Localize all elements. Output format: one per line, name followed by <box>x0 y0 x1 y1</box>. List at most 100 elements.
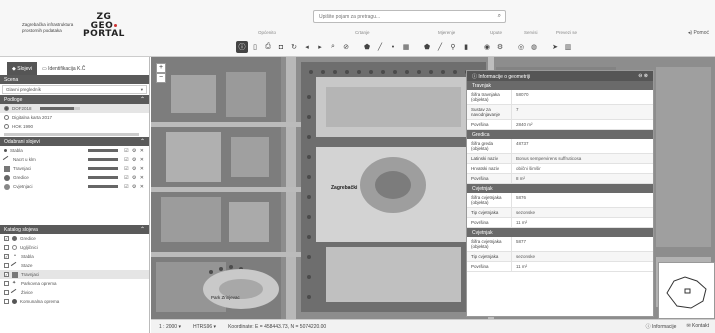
catalog-item[interactable]: ✓ Travnjaci <box>0 270 149 279</box>
attribute-value: 5876 <box>511 193 653 207</box>
polygon-icon[interactable]: ⬟ <box>361 41 373 53</box>
collapse-icon[interactable]: ⌃ <box>140 138 145 145</box>
checkbox[interactable]: ✓ <box>4 272 9 277</box>
pin-icon[interactable]: ⚲ <box>447 41 459 53</box>
checkbox[interactable] <box>4 263 9 268</box>
attribute-value: sezonske <box>511 208 653 217</box>
basemap-item[interactable]: HOK 1990 <box>0 122 149 131</box>
layers-icon[interactable]: ◎ <box>515 41 527 53</box>
checkbox[interactable] <box>4 290 9 295</box>
radio-icon[interactable] <box>4 106 9 111</box>
zoom-in-button[interactable]: + <box>156 63 166 73</box>
active-layer-item[interactable]: Nacrt u klm ☑ ⚙ ✕ <box>0 155 149 164</box>
catalog-item[interactable]: ✦ Parkovna oprema <box>0 279 149 288</box>
forward-icon[interactable]: ▸ <box>314 41 326 53</box>
basemap-item[interactable]: DOF2018 <box>0 104 149 113</box>
opacity-slider[interactable] <box>88 158 119 161</box>
radio-icon[interactable] <box>4 115 9 120</box>
logo-line-3: PORTAL <box>83 29 125 39</box>
settings-icon[interactable]: ⚙ <box>494 41 506 53</box>
checkbox[interactable] <box>4 281 9 286</box>
checkbox[interactable] <box>4 245 9 250</box>
attribute-key: Šifra cvjetnjaka (objekta) <box>471 195 502 205</box>
map-icon[interactable]: ▥ <box>562 41 574 53</box>
scale-select[interactable]: 1 : 2000 ▾ <box>159 324 181 330</box>
radio-icon[interactable] <box>4 124 9 129</box>
layer-actions[interactable]: ☑ ⚙ ✕ <box>124 175 145 181</box>
back-icon[interactable]: ◂ <box>301 41 313 53</box>
active-layer-item[interactable]: Travnjaci ☑ ⚙ ✕ <box>0 164 149 173</box>
measure-line-icon[interactable]: ╱ <box>434 41 446 53</box>
status-bar: 1 : 2000 ▾ HTRS96 ▾ Koordinate: E = 4584… <box>151 319 715 333</box>
camera-icon[interactable]: ◘ <box>275 41 287 53</box>
document-icon[interactable]: ▯ <box>249 41 261 53</box>
info-attribute-row: Sustav za navodnjavanje 7 <box>467 105 653 120</box>
opacity-slider[interactable] <box>88 176 119 179</box>
refresh-icon[interactable]: ↻ <box>288 41 300 53</box>
info-tool-icon[interactable]: ⓘ <box>236 41 248 53</box>
catalog-item[interactable]: ✓ • Stabla <box>0 252 149 261</box>
info-link[interactable]: ⓘ Informacije <box>646 323 677 330</box>
print-icon[interactable]: ⎙ <box>262 41 274 53</box>
layer-actions[interactable]: ☑ ⚙ ✕ <box>124 157 145 163</box>
opacity-slider[interactable] <box>39 107 80 110</box>
crs-select[interactable]: HTRS96 ▾ <box>193 324 216 330</box>
extent-icon[interactable]: ⊘ <box>340 41 352 53</box>
panel-controls[interactable]: ⊖ ⊗ <box>638 73 648 79</box>
layer-actions[interactable]: ☑ ⚙ ✕ <box>124 166 145 172</box>
basemap-label: DOF2018 <box>12 106 32 111</box>
basemap-item[interactable]: Digitalna karta 2017 <box>0 113 149 122</box>
delete-icon[interactable]: ▦ <box>400 41 412 53</box>
clear-measure-icon[interactable]: ▮ <box>460 41 472 53</box>
help-link[interactable]: ◂) Pomoć <box>688 30 709 36</box>
collapse-icon[interactable]: ⌃ <box>140 96 145 103</box>
measure-area-icon[interactable]: ⬟ <box>421 41 433 53</box>
layer-actions[interactable]: ☑ ⚙ ✕ <box>124 148 145 154</box>
opacity-slider[interactable] <box>88 167 119 170</box>
navigate-icon[interactable]: ➤ <box>549 41 561 53</box>
attribute-value: 48737 <box>511 139 653 153</box>
catalog-item[interactable]: Staze <box>0 261 149 270</box>
catalog-label: Staze <box>21 263 33 268</box>
collapse-icon[interactable]: ⌃ <box>140 226 145 233</box>
catalog-label: Ugljičnici <box>20 245 38 250</box>
catalog-item[interactable]: Ugljičnici <box>0 243 149 252</box>
catalog-item[interactable]: Živice <box>0 288 149 297</box>
basemap-title-text: Podloge <box>4 96 23 103</box>
left-sidebar: ◆ Slojevi ▭ Identifikacija K.Č Scena Gla… <box>0 57 150 333</box>
attribute-key: Hrvatski naziv <box>471 166 500 171</box>
help-circle-icon[interactable]: ◉ <box>481 41 493 53</box>
layer-symbol-icon <box>12 236 17 241</box>
scene-select[interactable]: Glavni pregledník ▾ <box>2 85 147 94</box>
opacity-slider[interactable] <box>88 149 119 152</box>
search-icon[interactable]: ⌕ <box>498 13 501 20</box>
active-layer-item[interactable]: Stabla ☑ ⚙ ✕ <box>0 146 149 155</box>
main-toolbar: ⓘ ▯ ⎙ ◘ ↻ ◂ ▸ ⌕ ⊘ ⬟ ╱ • ▦ ⬟ ╱ ⚲ ▮ ◉ ⚙ ◎ … <box>236 40 575 54</box>
active-layer-item[interactable]: Gredice ☑ ⚙ ✕ <box>0 173 149 182</box>
catalog-item[interactable]: Komunalna oprema <box>0 297 149 306</box>
line-icon[interactable]: ╱ <box>374 41 386 53</box>
contact-link-label: Kontakt <box>692 323 709 329</box>
search-box[interactable]: ⌕ <box>313 10 506 23</box>
search-input[interactable] <box>314 11 484 22</box>
catalog-item[interactable]: ✓ Gredice <box>0 234 149 243</box>
tab-parcel-identification[interactable]: ▭ Identifikacija K.Č <box>37 62 90 75</box>
zoom-out-button[interactable]: − <box>156 73 166 83</box>
point-icon[interactable]: • <box>387 41 399 53</box>
tab-layers[interactable]: ◆ Slojevi <box>7 62 37 75</box>
crs-value: HTRS96 <box>192 323 213 330</box>
checkbox[interactable] <box>4 299 9 304</box>
checkbox[interactable]: ✓ <box>4 254 9 259</box>
checkbox[interactable]: ✓ <box>4 236 9 241</box>
overview-map[interactable] <box>658 262 715 319</box>
info-panel-header: ⓘ Informacije o geometriji ⊖ ⊗ <box>467 71 653 81</box>
globe-icon[interactable]: ◍ <box>528 41 540 53</box>
active-layer-item[interactable]: Cvjetnjaci ☑ ⚙ ✕ <box>0 182 149 191</box>
zoom-icon[interactable]: ⌕ <box>327 41 339 53</box>
geoportal-logo[interactable]: ZG GEO PORTAL <box>83 13 125 39</box>
attribute-value: 5877 <box>511 237 653 251</box>
layer-actions[interactable]: ☑ ⚙ ✕ <box>124 184 145 190</box>
opacity-slider[interactable] <box>88 185 119 188</box>
contact-link[interactable]: ✉ Kontakt <box>686 323 709 330</box>
layer-symbol-icon: • <box>14 252 16 259</box>
